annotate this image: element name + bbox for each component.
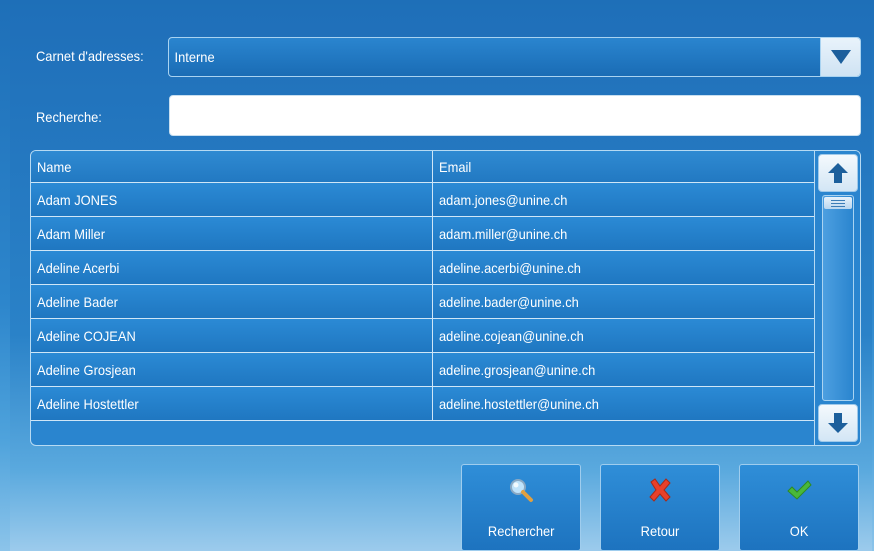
table-row[interactable]: Adeline Grosjean adeline.grosjean@unine.… [31,353,814,387]
row-name: Adeline Grosjean [31,353,433,386]
search-button[interactable]: Rechercher [461,464,581,551]
table-row[interactable]: Adeline COJEAN adeline.cojean@unine.ch [31,319,814,353]
triangle-down-icon [830,50,851,64]
red-x-icon [649,478,671,502]
scroll-up-button[interactable] [818,154,858,192]
row-email: adeline.grosjean@unine.ch [439,361,596,378]
table-row[interactable]: Adam Miller adam.miller@unine.ch [31,217,814,251]
row-name: Adam Miller [31,217,433,250]
search-input[interactable] [169,95,861,136]
row-email: adeline.acerbi@unine.ch [439,259,581,276]
scroll-down-button[interactable] [818,404,858,442]
search-label: Recherche: [36,109,102,125]
table-row[interactable]: Adam JONES adam.jones@unine.ch [31,183,814,217]
scroll-thumb[interactable] [824,197,852,209]
scroll-track[interactable] [822,195,854,401]
address-book-select[interactable]: Interne [168,37,861,77]
arrow-down-icon [828,413,848,433]
row-name: Adeline Bader [31,285,433,318]
ok-button[interactable]: OK [739,464,859,551]
row-email: adam.jones@unine.ch [439,191,568,208]
row-email: adeline.hostettler@unine.ch [439,395,599,412]
table-row[interactable]: Adeline Bader adeline.bader@unine.ch [31,285,814,319]
address-book-value: Interne [174,49,215,65]
row-name: Adam JONES [31,183,433,216]
search-button-label: Rechercher [487,523,555,539]
column-header-email[interactable]: Email [433,151,814,182]
magnifier-icon [510,479,533,502]
row-name: Adeline Acerbi [31,251,433,284]
table-grid: Name Email Adam JONES adam.jones@unine.c… [31,151,814,421]
row-name: Adeline Hostettler [31,387,433,420]
row-name: Adeline COJEAN [31,319,433,352]
arrow-up-icon [828,163,848,183]
address-book-label: Carnet d'adresses: [36,48,144,64]
row-email: adeline.cojean@unine.ch [439,327,584,344]
row-email: adam.miller@unine.ch [439,225,568,242]
table-header: Name Email [31,151,814,183]
dropdown-button[interactable] [820,38,860,76]
back-button-label: Retour [640,523,680,539]
green-check-icon [787,480,812,500]
table-row[interactable]: Adeline Acerbi adeline.acerbi@unine.ch [31,251,814,285]
back-button[interactable]: Retour [600,464,720,551]
table-row[interactable]: Adeline Hostettler adeline.hostettler@un… [31,387,814,421]
column-header-name[interactable]: Name [31,151,433,182]
ok-button-label: OK [789,523,809,539]
vertical-scrollbar[interactable] [814,151,860,445]
contacts-table: Name Email Adam JONES adam.jones@unine.c… [30,150,861,446]
row-email: adeline.bader@unine.ch [439,293,579,310]
